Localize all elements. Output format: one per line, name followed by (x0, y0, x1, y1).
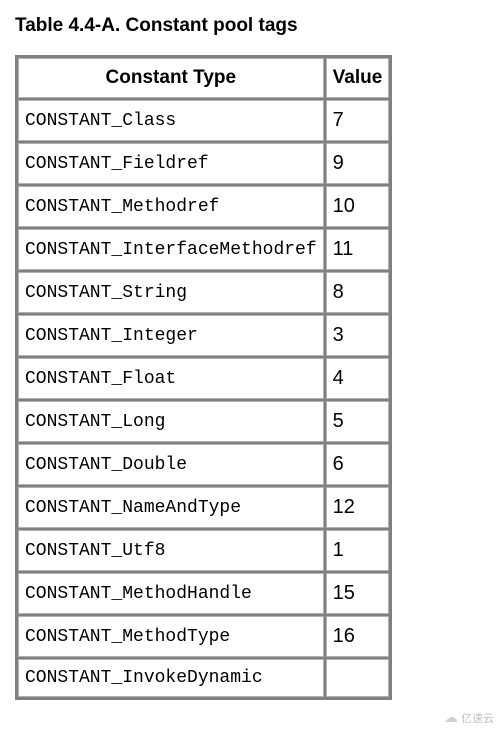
table-row: CONSTANT_Long5 (18, 401, 389, 442)
cell-value: 5 (326, 401, 390, 442)
table-row: CONSTANT_InterfaceMethodref11 (18, 229, 389, 270)
table-caption: Table 4.4-A. Constant pool tags (15, 15, 487, 37)
cell-constant-type: CONSTANT_String (18, 272, 324, 313)
cell-constant-type: CONSTANT_Fieldref (18, 143, 324, 184)
table-row: CONSTANT_Utf81 (18, 530, 389, 571)
table-row: CONSTANT_Integer3 (18, 315, 389, 356)
cell-constant-type: CONSTANT_Methodref (18, 186, 324, 227)
table-row: CONSTANT_Double6 (18, 444, 389, 485)
cell-constant-type: CONSTANT_Float (18, 358, 324, 399)
cell-value: 4 (326, 358, 390, 399)
cell-value: 7 (326, 100, 390, 141)
cell-value: 9 (326, 143, 390, 184)
cell-value: 8 (326, 272, 390, 313)
cloud-icon: ☁ (444, 709, 458, 726)
watermark: ☁ 亿速云 (444, 709, 494, 726)
table-header-row: Constant Type Value (18, 58, 389, 98)
watermark-text: 亿速云 (461, 710, 494, 726)
table-row: CONSTANT_MethodType16 (18, 616, 389, 657)
cell-constant-type: CONSTANT_Double (18, 444, 324, 485)
header-constant-type: Constant Type (18, 58, 324, 98)
table-row: CONSTANT_Methodref10 (18, 186, 389, 227)
table-row: CONSTANT_Class7 (18, 100, 389, 141)
cell-constant-type: CONSTANT_Utf8 (18, 530, 324, 571)
table-row: CONSTANT_InvokeDynamic (18, 659, 389, 697)
table-row: CONSTANT_Fieldref9 (18, 143, 389, 184)
cell-constant-type: CONSTANT_MethodHandle (18, 573, 324, 614)
table-row: CONSTANT_Float4 (18, 358, 389, 399)
cell-value: 6 (326, 444, 390, 485)
cell-value: 15 (326, 573, 390, 614)
cell-constant-type: CONSTANT_Long (18, 401, 324, 442)
table-row: CONSTANT_MethodHandle15 (18, 573, 389, 614)
cell-constant-type: CONSTANT_Integer (18, 315, 324, 356)
cell-value: 11 (326, 229, 390, 270)
cell-value: 10 (326, 186, 390, 227)
cell-constant-type: CONSTANT_NameAndType (18, 487, 324, 528)
header-value: Value (326, 58, 390, 98)
cell-constant-type: CONSTANT_MethodType (18, 616, 324, 657)
cell-value: 3 (326, 315, 390, 356)
cell-constant-type: CONSTANT_InvokeDynamic (18, 659, 324, 697)
cell-constant-type: CONSTANT_Class (18, 100, 324, 141)
cell-value (326, 659, 390, 697)
cell-value: 1 (326, 530, 390, 571)
table-row: CONSTANT_NameAndType12 (18, 487, 389, 528)
table-row: CONSTANT_String8 (18, 272, 389, 313)
cell-value: 12 (326, 487, 390, 528)
cell-constant-type: CONSTANT_InterfaceMethodref (18, 229, 324, 270)
constant-pool-table: Constant Type Value CONSTANT_Class7CONST… (15, 55, 392, 700)
cell-value: 16 (326, 616, 390, 657)
